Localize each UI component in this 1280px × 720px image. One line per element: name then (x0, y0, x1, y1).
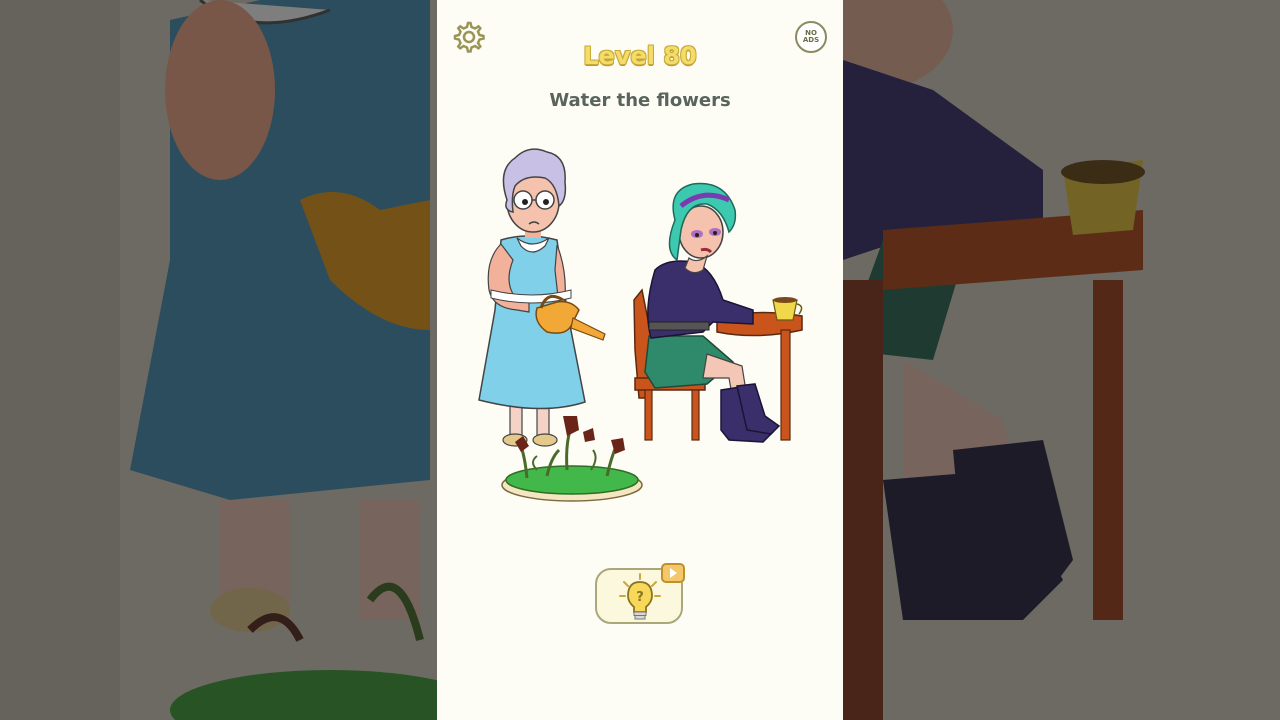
level-title: Level 80 (583, 42, 697, 70)
game-screen: NO ADS Level 80 Water the flowers ? (437, 0, 843, 720)
grandma-character[interactable] (478, 148, 606, 447)
video-play-icon (670, 568, 677, 578)
lightbulb-question-icon: ? (619, 573, 661, 620)
background-left-panel (0, 0, 437, 720)
flower-bed[interactable] (501, 416, 643, 502)
svg-text:?: ? (636, 590, 644, 605)
background-right-panel (843, 0, 1280, 720)
puzzle-scene (478, 148, 803, 502)
task-instruction: Water the flowers (549, 90, 731, 111)
video-badge (661, 563, 685, 583)
girl-character[interactable] (633, 182, 803, 443)
